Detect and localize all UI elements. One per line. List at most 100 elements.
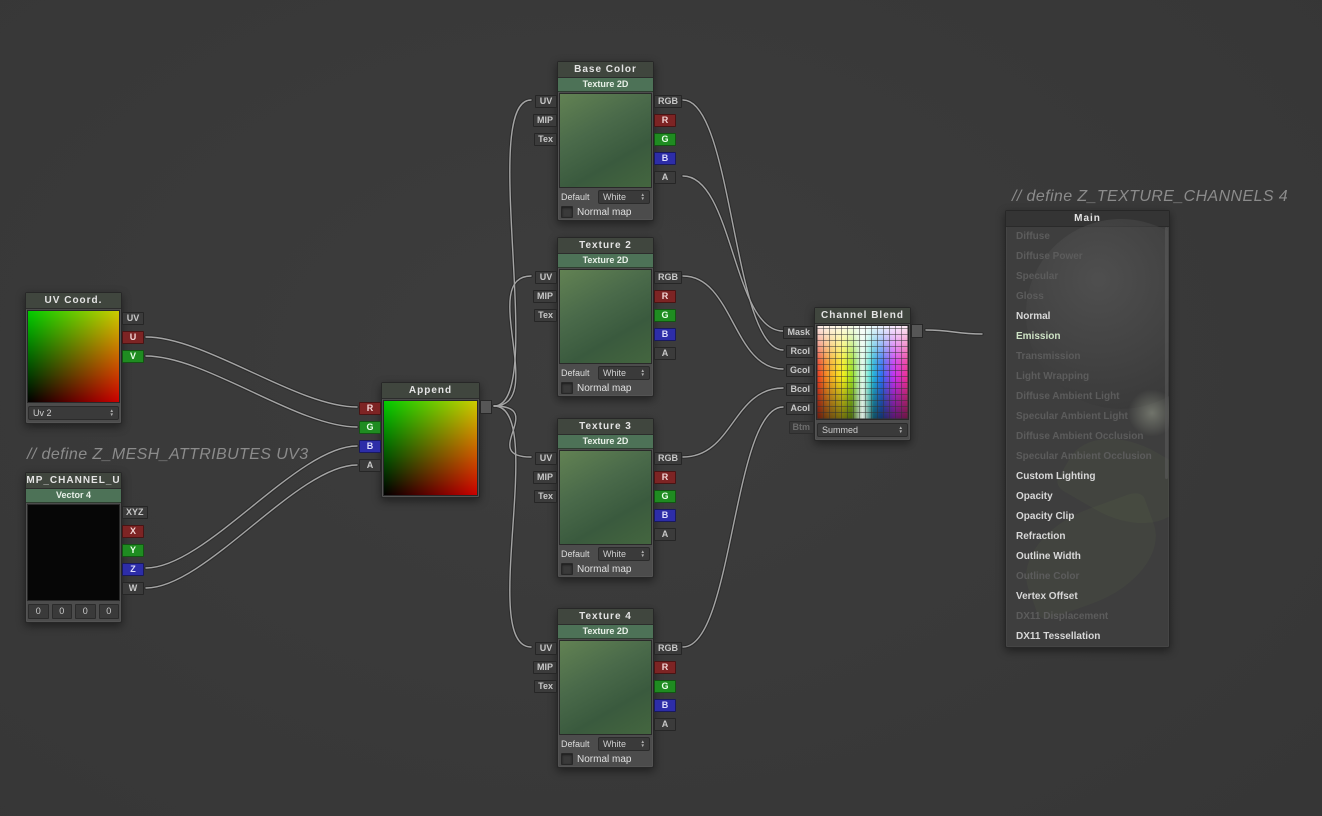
input-port[interactable]: B [359,440,381,453]
node-main[interactable]: Main Diffuse Diffuse Power Specular [1005,210,1170,648]
input-port[interactable]: G [359,421,381,434]
main-scrollbar-thumb[interactable] [1165,227,1168,479]
node-editor-canvas[interactable]: // define Z_MESH_ATTRIBUTES UV3 // defin… [0,0,1322,816]
node-title[interactable]: Channel Blend [815,308,910,324]
input-port[interactable]: Tex [534,490,557,503]
output-port[interactable]: B [654,328,676,341]
input-port[interactable]: MIP [533,114,557,127]
output-port[interactable]: A [654,528,676,541]
normal-map-checkbox[interactable] [561,206,573,218]
main-input-label: Outline Color [1006,567,1169,587]
vector-component-field[interactable]: 0 [75,604,96,619]
normal-map-checkbox[interactable] [561,563,573,575]
output-port[interactable]: R [654,471,676,484]
output-port[interactable]: XYZ [122,506,148,519]
output-port[interactable]: A [654,718,676,731]
texture-inputs: UV MIP Tex [533,452,557,503]
output-port[interactable]: UV [122,312,144,325]
blend-mode-dropdown[interactable]: Summed ▲▼ [817,423,908,437]
output-port[interactable]: G [654,680,676,693]
vector-component-field[interactable]: 0 [28,604,49,619]
input-port[interactable]: Tex [534,133,557,146]
node-title[interactable]: Texture 4 [558,609,653,625]
node-append[interactable]: Append RGBA [381,382,480,498]
node-texture-3[interactable]: Texture 3 Texture 2D Default White ▲▼ No… [557,418,654,578]
default-texture-dropdown[interactable]: White ▲▼ [598,547,650,561]
node-title[interactable]: UV Coord. [26,293,121,309]
default-texture-dropdown[interactable]: White ▲▼ [598,366,650,380]
input-port[interactable]: Tex [534,309,557,322]
main-input-label: Specular [1006,267,1169,287]
node-title[interactable]: Append [382,383,479,399]
main-input-row: Diffuse [1006,227,1169,247]
input-port[interactable]: A [359,459,381,472]
output-port[interactable]: V [122,350,144,363]
output-port[interactable]: RGB [654,642,682,655]
node-title[interactable]: Texture 3 [558,419,653,435]
output-port[interactable]: G [654,133,676,146]
append-output-stub[interactable] [480,400,492,414]
output-port[interactable]: G [654,309,676,322]
output-port[interactable]: R [654,290,676,303]
default-texture-dropdown[interactable]: White ▲▼ [598,737,650,751]
input-port[interactable]: Rcol [786,345,814,358]
node-vector4[interactable]: MP_CHANNEL_U Vector 4 0000 XYZXYZW [25,472,122,623]
default-label: Default [561,368,590,378]
output-port[interactable]: U [122,331,144,344]
output-port[interactable]: Z [122,563,144,576]
node-channel-blend[interactable]: Channel Blend Summed ▲▼ MaskRcolGcolBcol… [814,307,911,441]
output-port[interactable]: X [122,525,144,538]
main-input-label: Specular Ambient Occlusion [1006,447,1169,467]
input-port[interactable]: UV [535,452,557,465]
input-port[interactable]: MIP [533,661,557,674]
channel-blend-output-stub[interactable] [911,324,923,338]
uv-channel-dropdown[interactable]: Uv 2 ▲▼ [28,406,119,420]
wire [926,330,982,334]
output-port[interactable]: RGB [654,95,682,108]
wire [494,406,531,647]
input-port[interactable]: Btm [789,421,815,434]
input-port[interactable]: UV [535,271,557,284]
output-port[interactable]: RGB [654,452,682,465]
vector-component-field[interactable]: 0 [52,604,73,619]
output-port[interactable]: B [654,509,676,522]
output-port[interactable]: R [654,114,676,127]
node-texture-4[interactable]: Texture 4 Texture 2D Default White ▲▼ No… [557,608,654,768]
node-title[interactable]: Main [1006,211,1169,227]
input-port[interactable]: Gcol [786,364,814,377]
input-port[interactable]: Bcol [786,383,814,396]
node-texture-2[interactable]: Texture 2 Texture 2D Default White ▲▼ No… [557,237,654,397]
input-port[interactable]: MIP [533,290,557,303]
comment-texture-channels: // define Z_TEXTURE_CHANNELS 4 [1012,188,1288,206]
output-port[interactable]: G [654,490,676,503]
vector-component-field[interactable]: 0 [99,604,120,619]
texture-preview [559,93,652,188]
node-texture-base-color[interactable]: Base Color Texture 2D Default White ▲▼ N… [557,61,654,221]
output-port[interactable]: W [122,582,144,595]
input-port[interactable]: UV [535,642,557,655]
main-input-row: Emission [1006,327,1169,347]
main-input-row: Diffuse Power [1006,247,1169,267]
output-port[interactable]: B [654,152,676,165]
input-port[interactable]: Acol [786,402,814,415]
output-port[interactable]: RGB [654,271,682,284]
main-input-row: DX11 Tessellation [1006,627,1169,647]
input-port[interactable]: UV [535,95,557,108]
default-texture-dropdown[interactable]: White ▲▼ [598,190,650,204]
output-port[interactable]: R [654,661,676,674]
output-port[interactable]: A [654,347,676,360]
node-uv-coord[interactable]: UV Coord. Uv 2 ▲▼ UVUV [25,292,122,424]
node-title[interactable]: Base Color [558,62,653,78]
output-port[interactable]: Y [122,544,144,557]
normal-map-checkbox[interactable] [561,753,573,765]
normal-map-checkbox[interactable] [561,382,573,394]
node-title[interactable]: Texture 2 [558,238,653,254]
input-port[interactable]: Tex [534,680,557,693]
input-port[interactable]: Mask [783,326,814,339]
input-port[interactable]: MIP [533,471,557,484]
vector4-outputs: XYZXYZW [122,506,148,595]
node-title[interactable]: MP_CHANNEL_U [26,473,121,489]
output-port[interactable]: A [654,171,676,184]
output-port[interactable]: B [654,699,676,712]
input-port[interactable]: R [359,402,381,415]
